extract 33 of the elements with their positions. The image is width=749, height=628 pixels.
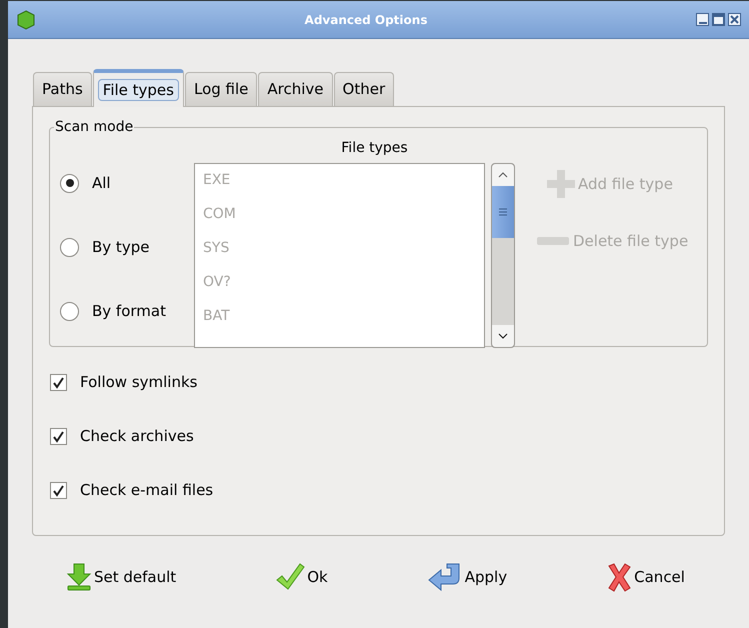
checkbox-option[interactable]: Check e-mail files [50, 477, 708, 503]
window-title: Advanced Options [304, 12, 428, 28]
download-arrow-icon [66, 563, 92, 591]
list-heading: File types [340, 139, 408, 158]
radio-option[interactable]: All [60, 169, 194, 197]
checkmark-icon [275, 562, 306, 592]
close-icon[interactable] [728, 13, 741, 26]
radio-option[interactable]: By format [60, 297, 194, 325]
checkmark-icon [52, 376, 65, 388]
minus-icon [537, 236, 569, 246]
scroll-down-icon[interactable] [492, 325, 514, 347]
tab[interactable]: Archive [258, 72, 333, 106]
maximize-icon[interactable] [712, 13, 725, 26]
dialog-button[interactable]: Ok [273, 558, 330, 596]
scrollbar[interactable] [491, 163, 515, 348]
radio-option[interactable]: By type [60, 233, 194, 261]
checkbox-option[interactable]: Check archives [50, 423, 708, 449]
scroll-up-icon[interactable] [492, 164, 514, 186]
tab[interactable]: Log file [184, 72, 258, 106]
tab[interactable]: File types [92, 69, 184, 107]
dialog-button[interactable]: Apply [424, 558, 510, 596]
plus-icon [545, 168, 577, 200]
dialog-button[interactable]: Set default [64, 558, 178, 596]
tab[interactable]: Other [334, 72, 394, 106]
checkmark-icon [52, 484, 65, 496]
tab[interactable]: Paths [33, 72, 92, 106]
app-icon [16, 10, 36, 30]
checkbox-option[interactable]: Follow symlinks [50, 369, 708, 395]
minimize-icon[interactable] [696, 13, 709, 26]
dialog-button[interactable]: Cancel [604, 558, 687, 596]
checkmark-icon [52, 430, 65, 442]
cross-icon [606, 562, 632, 592]
scroll-thumb[interactable] [492, 186, 514, 238]
